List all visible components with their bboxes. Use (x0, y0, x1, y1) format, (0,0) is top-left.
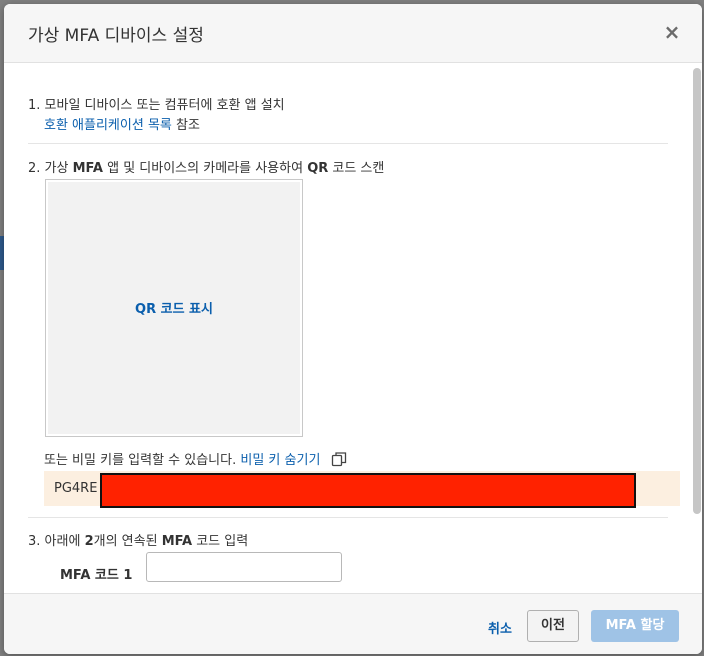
show-qr-code-link[interactable]: QR 코드 표시 (46, 298, 302, 317)
secret-key-prompt: 또는 비밀 키를 입력할 수 있습니다. (44, 453, 241, 468)
step2-suffix: 코드 스캔 (328, 161, 385, 176)
secret-key-prompt-row: 또는 비밀 키를 입력할 수 있습니다. 비밀 키 숨기기 (44, 449, 347, 471)
mfa-setup-dialog: 가상 MFA 디바이스 설정 × 1. 모바일 디바이스 또는 컴퓨터에 호환 … (4, 4, 702, 654)
assign-mfa-button[interactable]: MFA 할당 (591, 610, 679, 642)
step1-link-line: 호환 애플리케이션 목록 참조 (44, 114, 200, 133)
compatible-apps-link[interactable]: 호환 애플리케이션 목록 (44, 118, 172, 133)
qr-code-placeholder: QR 코드 표시 (45, 179, 303, 437)
step2-mfa: MFA (72, 161, 103, 176)
dialog-header: 가상 MFA 디바이스 설정 × (4, 4, 702, 63)
hide-secret-key-link[interactable]: 비밀 키 숨기기 (240, 453, 320, 468)
previous-button[interactable]: 이전 (527, 610, 579, 642)
copy-icon[interactable] (331, 451, 347, 471)
dialog-footer: 취소 이전 MFA 할당 (4, 593, 702, 654)
step2-title: 2. 가상 MFA 앱 및 디바이스의 카메라를 사용하여 QR 코드 스캔 (28, 157, 384, 176)
dialog-body: 1. 모바일 디바이스 또는 컴퓨터에 호환 앱 설치 호환 애플리케이션 목록… (4, 63, 702, 593)
vertical-scrollbar[interactable] (693, 68, 701, 514)
step3-title: 3. 아래에 2개의 연속된 MFA 코드 입력 (28, 530, 248, 549)
divider-1 (28, 143, 668, 144)
secret-key-text: PG4RE (54, 481, 98, 496)
step1-link-suffix: 참조 (171, 118, 200, 133)
mfa-code-1-input[interactable] (146, 552, 342, 582)
redaction-block (100, 473, 636, 508)
step1-title: 1. 모바일 디바이스 또는 컴퓨터에 호환 앱 설치 (28, 98, 285, 113)
divider-2 (28, 517, 668, 518)
step2-prefix: 2. 가상 (28, 161, 73, 176)
step2-middle: 앱 및 디바이스의 카메라를 사용하여 (102, 161, 308, 176)
step2-qr: QR (307, 161, 329, 176)
cancel-button[interactable]: 취소 (488, 618, 512, 637)
secret-key-box: PG4RE (44, 471, 680, 508)
step3-middle: 개의 연속된 (93, 534, 162, 549)
step3-mfa: MFA (161, 534, 193, 549)
close-icon[interactable]: × (662, 22, 682, 42)
dialog-title: 가상 MFA 디바이스 설정 (28, 26, 204, 46)
mfa-code-1-label: MFA 코드 1 (60, 568, 133, 583)
step3-count: 2 (84, 534, 94, 549)
step3-suffix: 코드 입력 (192, 534, 249, 549)
step3-prefix: 3. 아래에 (28, 534, 85, 549)
